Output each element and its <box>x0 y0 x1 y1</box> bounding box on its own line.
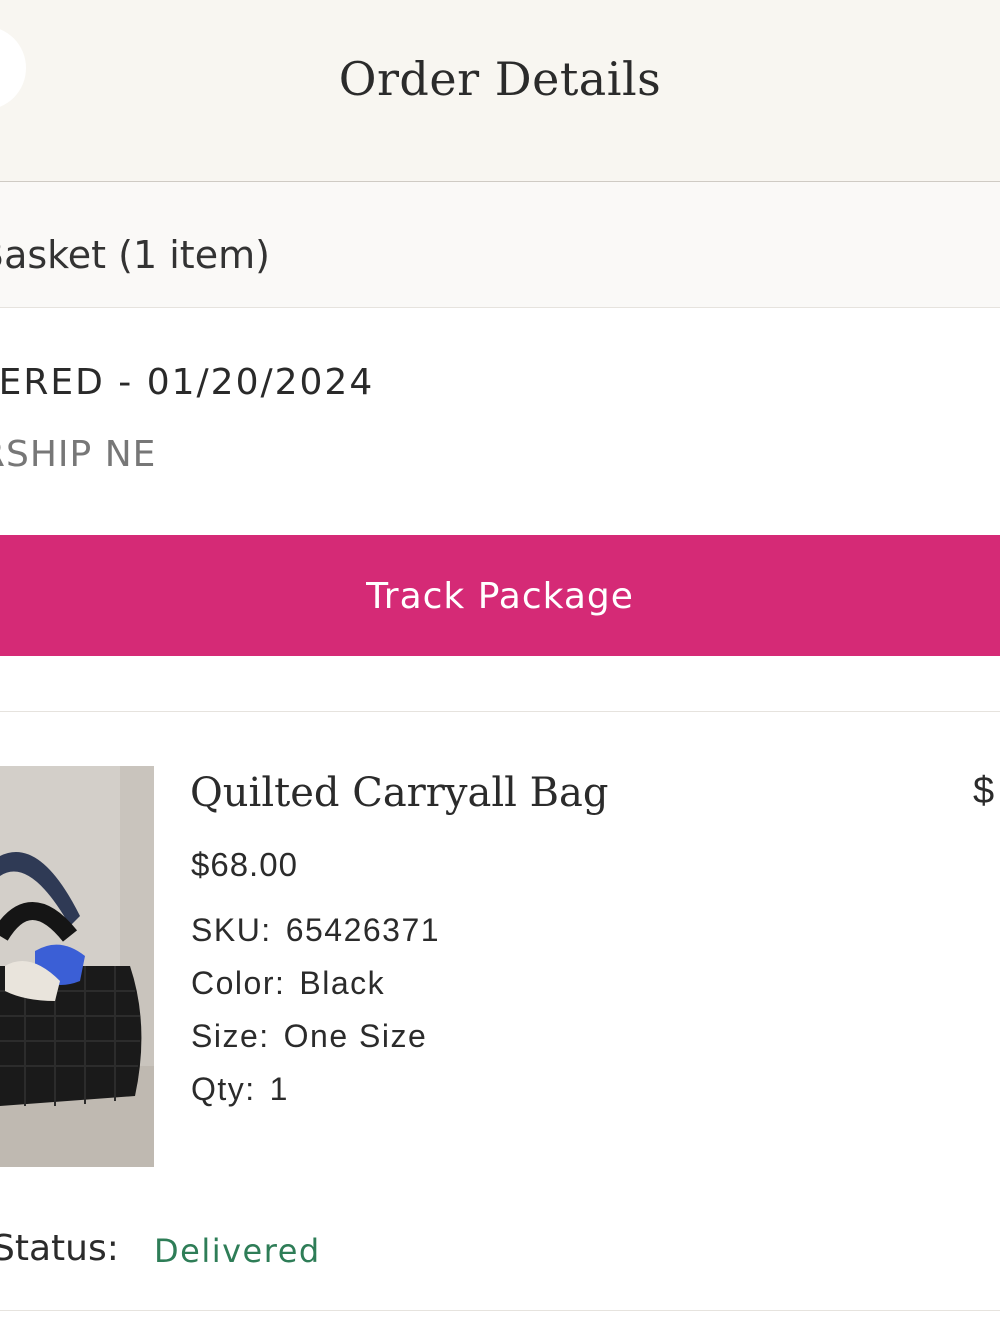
header-bar: Order Details <box>0 0 1000 182</box>
qty-value: 1 <box>269 1071 289 1107</box>
page-title: Order Details <box>338 52 662 106</box>
size-label: Size: <box>191 1018 270 1054</box>
size-value: One Size <box>283 1018 428 1054</box>
divider <box>0 1310 1000 1311</box>
track-package-button[interactable]: Track Package <box>0 535 1000 656</box>
color-row: Color: Black <box>191 965 385 1002</box>
product-name[interactable]: Quilted Carryall Bag <box>190 770 609 816</box>
sku-label: SKU: <box>191 912 272 948</box>
basket-section-header[interactable]: Basket (1 item) <box>0 182 1000 308</box>
qty-row: Qty: 1 <box>191 1071 289 1108</box>
color-label: Color: <box>191 965 286 1001</box>
sku-row: SKU: 65426371 <box>191 912 440 949</box>
delivery-status-date: VERED - 01/20/2024 <box>0 362 375 403</box>
color-value: Black <box>299 965 386 1001</box>
sku-value: 65426371 <box>285 912 441 948</box>
product-image[interactable] <box>0 766 154 1167</box>
line-total: $ <box>973 770 995 812</box>
order-details-page: Order Details Basket (1 item) VERED - 01… <box>0 0 1000 1333</box>
divider <box>0 711 1000 712</box>
status-badge: Delivered <box>154 1232 321 1270</box>
status-label: Status: <box>0 1228 119 1269</box>
qty-label: Qty: <box>191 1071 256 1107</box>
shipping-method: RSHIP NE <box>0 434 157 475</box>
product-photo-icon <box>0 766 154 1167</box>
product-price: $68.00 <box>191 846 298 883</box>
basket-title: Basket (1 item) <box>0 233 270 277</box>
size-row: Size: One Size <box>191 1018 427 1055</box>
